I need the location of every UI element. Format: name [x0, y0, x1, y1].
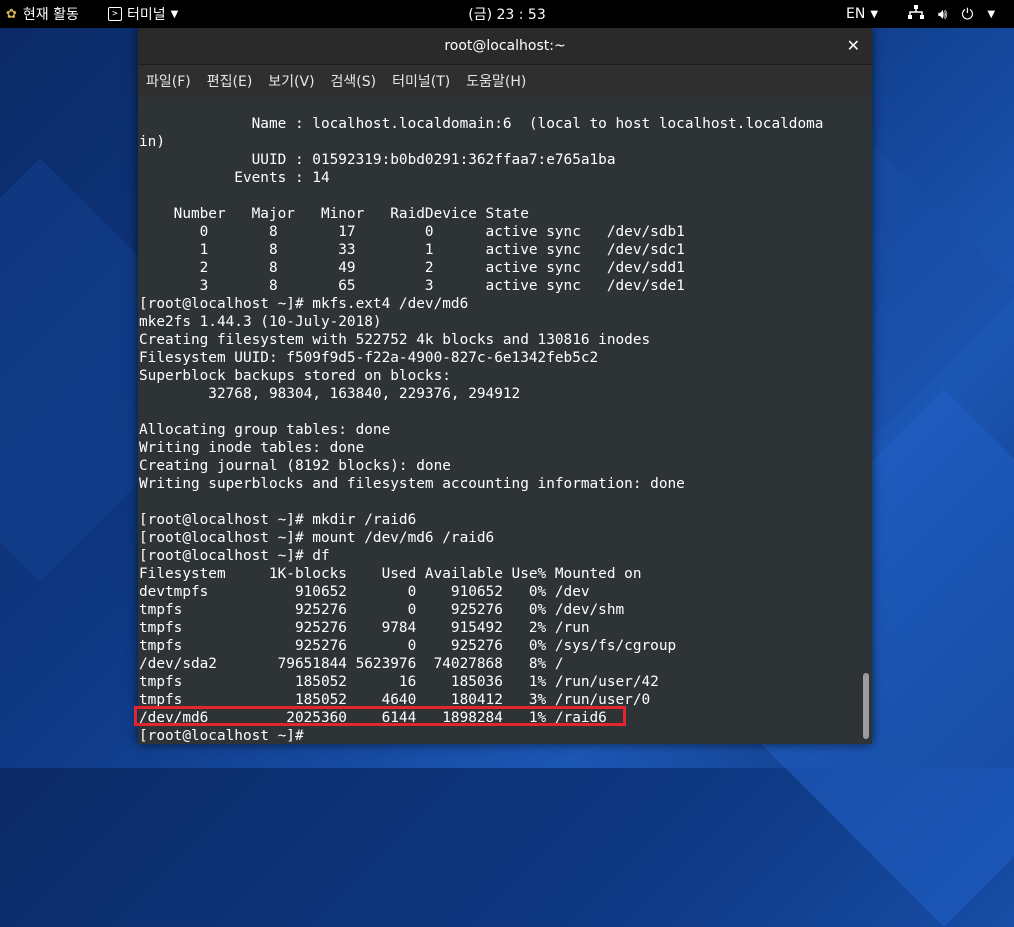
power-icon: ⏻: [961, 5, 974, 23]
terminal-line: /dev/sda2 79651844 5623976 74027868 8% /: [139, 656, 564, 672]
terminal-line: Events : 14: [139, 170, 330, 186]
terminal-line: [root@localhost ~]# mount /dev/md6 /raid…: [139, 530, 495, 546]
top-bar: ✿ 현재 활동 > 터미널 ▼ (금) 23 : 53 EN ▼ 🔊︎ ⏻ ▼: [0, 0, 1014, 28]
terminal-line: Superblock backups stored on blocks:: [139, 368, 451, 384]
terminal-line: [root@localhost ~]#: [139, 728, 304, 744]
terminal-line: Name : localhost.localdomain:6 (local to…: [139, 116, 824, 132]
menu-terminal[interactable]: 터미널(T): [392, 71, 450, 91]
menu-help[interactable]: 도움말(H): [466, 71, 526, 91]
menu-bar: 파일(F) 편집(E) 보기(V) 검색(S) 터미널(T) 도움말(H): [138, 65, 872, 98]
terminal-line: devtmpfs 910652 0 910652 0% /dev: [139, 584, 590, 600]
terminal-line: tmpfs 185052 4640 180412 3% /run/user/0: [139, 692, 651, 708]
terminal-line: Creating filesystem with 522752 4k block…: [139, 332, 651, 348]
terminal-line: /dev/md6 2025360 6144 1898284 1% /raid6: [139, 710, 607, 726]
system-menu[interactable]: 🔊︎ ⏻ ▼: [908, 0, 995, 28]
menu-file[interactable]: 파일(F): [146, 71, 191, 91]
terminal-line: Number Major Minor RaidDevice State: [139, 206, 529, 222]
chevron-down-icon: ▼: [870, 8, 879, 20]
terminal-line: 0 8 17 0 active sync /dev/sdb1: [139, 224, 685, 240]
terminal-line: tmpfs 185052 16 185036 1% /run/user/42: [139, 674, 659, 690]
terminal-line: [root@localhost ~]# mkfs.ext4 /dev/md6: [139, 296, 469, 312]
terminal-line: Writing inode tables: done: [139, 440, 365, 456]
terminal-line: in): [139, 134, 165, 150]
terminal-line: tmpfs 925276 0 925276 0% /dev/shm: [139, 602, 625, 618]
language-selector[interactable]: EN ▼: [846, 0, 878, 28]
terminal-window: root@localhost:~ ✕ 파일(F) 편집(E) 보기(V) 검색(…: [138, 28, 872, 744]
terminal-line: Filesystem UUID: f509f9d5-f22a-4900-827c…: [139, 350, 599, 366]
scrollbar-thumb[interactable]: [863, 673, 869, 739]
clock[interactable]: (금) 23 : 53: [468, 4, 546, 24]
volume-icon: 🔊︎: [938, 5, 948, 23]
terminal-line: Allocating group tables: done: [139, 422, 391, 438]
close-icon[interactable]: ✕: [847, 36, 860, 55]
menu-view[interactable]: 보기(V): [268, 71, 314, 91]
terminal-text: Name : localhost.localdomain:6 (local to…: [139, 115, 823, 744]
terminal-line: 32768, 98304, 163840, 229376, 294912: [139, 386, 521, 402]
terminal-line: Creating journal (8192 blocks): done: [139, 458, 451, 474]
terminal-line: Filesystem 1K-blocks Used Available Use%…: [139, 566, 642, 582]
terminal-line: Writing superblocks and filesystem accou…: [139, 476, 685, 492]
terminal-line: UUID : 01592319:b0bd0291:362ffaa7:e765a1…: [139, 152, 616, 168]
window-titlebar[interactable]: root@localhost:~ ✕: [138, 28, 872, 65]
terminal-line: tmpfs 925276 9784 915492 2% /run: [139, 620, 590, 636]
terminal-line: 1 8 33 1 active sync /dev/sdc1: [139, 242, 685, 258]
terminal-output[interactable]: Name : localhost.localdomain:6 (local to…: [138, 97, 860, 744]
chevron-down-icon: ▼: [987, 8, 996, 20]
terminal-line: 3 8 65 3 active sync /dev/sde1: [139, 278, 685, 294]
terminal-line: tmpfs 925276 0 925276 0% /sys/fs/cgroup: [139, 638, 677, 654]
terminal-line: 2 8 49 2 active sync /dev/sdd1: [139, 260, 685, 276]
terminal-line: [root@localhost ~]# mkdir /raid6: [139, 512, 417, 528]
scrollbar[interactable]: [860, 97, 872, 744]
terminal-line: [root@localhost ~]# df: [139, 548, 330, 564]
menu-edit[interactable]: 편집(E): [207, 71, 253, 91]
network-icon: [908, 5, 924, 23]
language-label: EN: [846, 6, 866, 22]
terminal-line: mke2fs 1.44.3 (10-July-2018): [139, 314, 382, 330]
window-title: root@localhost:~: [444, 38, 566, 54]
menu-search[interactable]: 검색(S): [331, 71, 377, 91]
